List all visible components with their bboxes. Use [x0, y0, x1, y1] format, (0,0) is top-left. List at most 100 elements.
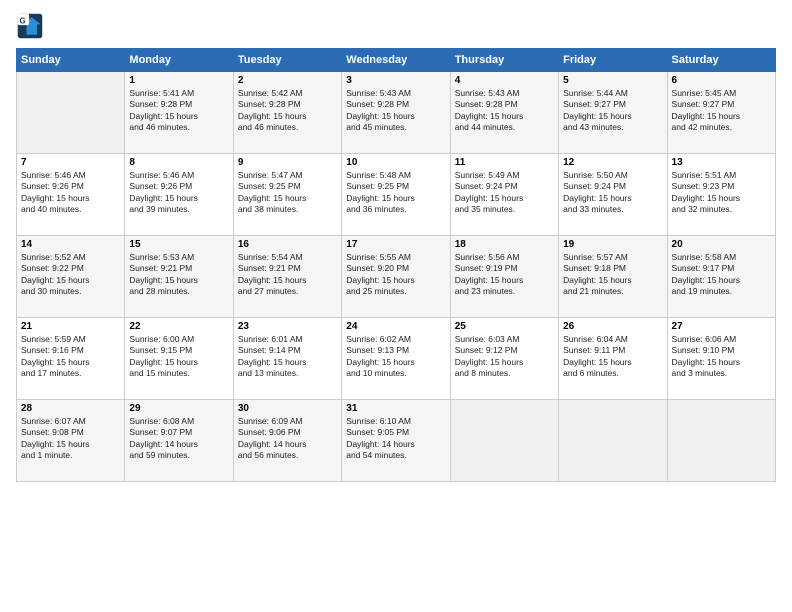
- day-number: 8: [129, 157, 228, 168]
- day-info: Sunrise: 5:57 AM Sunset: 9:18 PM Dayligh…: [563, 252, 662, 298]
- day-info: Sunrise: 5:49 AM Sunset: 9:24 PM Dayligh…: [455, 170, 554, 216]
- day-number: 21: [21, 321, 120, 332]
- day-number: 22: [129, 321, 228, 332]
- day-info: Sunrise: 5:43 AM Sunset: 9:28 PM Dayligh…: [346, 88, 445, 134]
- calendar-cell: 25Sunrise: 6:03 AM Sunset: 9:12 PM Dayli…: [450, 318, 558, 400]
- day-number: 2: [238, 75, 337, 86]
- calendar-cell: 15Sunrise: 5:53 AM Sunset: 9:21 PM Dayli…: [125, 236, 233, 318]
- calendar-cell: 21 Sunrise: 5:59 AM Sunset: 9:16 PM Dayli…: [17, 318, 125, 400]
- day-number: 23: [238, 321, 337, 332]
- calendar-cell: 11Sunrise: 5:49 AM Sunset: 9:24 PM Dayli…: [450, 154, 558, 236]
- day-number: 13: [672, 157, 771, 168]
- calendar-week-row: 21 Sunrise: 5:59 AM Sunset: 9:16 PM Dayli…: [17, 318, 776, 400]
- day-number: 19: [563, 239, 662, 250]
- day-info: Sunrise: 5:59 AM Sunset: 9:16 PM Dayligh…: [21, 334, 120, 380]
- calendar-week-row: 28 Sunrise: 6:07 AM Sunset: 9:08 PM Dayli…: [17, 400, 776, 482]
- day-info: Sunrise: 5:46 AM Sunset: 9:26 PM Dayligh…: [21, 170, 120, 216]
- day-info: Sunrise: 5:46 AM Sunset: 9:26 PM Dayligh…: [129, 170, 228, 216]
- day-number: 31: [346, 403, 445, 414]
- day-info: Sunrise: 5:48 AM Sunset: 9:25 PM Dayligh…: [346, 170, 445, 216]
- day-info: Sunrise: 6:08 AM Sunset: 9:07 PM Dayligh…: [129, 416, 228, 462]
- calendar-cell: 4Sunrise: 5:43 AM Sunset: 9:28 PM Daylig…: [450, 72, 558, 154]
- day-info: Sunrise: 6:09 AM Sunset: 9:06 PM Dayligh…: [238, 416, 337, 462]
- day-number: 15: [129, 239, 228, 250]
- day-info: Sunrise: 5:52 AM Sunset: 9:22 PM Dayligh…: [21, 252, 120, 298]
- day-number: 7: [21, 157, 120, 168]
- day-info: Sunrise: 5:58 AM Sunset: 9:17 PM Dayligh…: [672, 252, 771, 298]
- calendar-cell: 6Sunrise: 5:45 AM Sunset: 9:27 PM Daylig…: [667, 72, 775, 154]
- calendar-cell: 24 Sunrise: 6:02 AM Sunset: 9:13 PM Dayli…: [342, 318, 450, 400]
- calendar-cell: 7 Sunrise: 5:46 AM Sunset: 9:26 PM Daylig…: [17, 154, 125, 236]
- calendar-cell: 3 Sunrise: 5:43 AM Sunset: 9:28 PM Daylig…: [342, 72, 450, 154]
- day-info: Sunrise: 5:50 AM Sunset: 9:24 PM Dayligh…: [563, 170, 662, 216]
- calendar-cell: 9 Sunrise: 5:47 AM Sunset: 9:25 PM Daylig…: [233, 154, 341, 236]
- day-info: Sunrise: 5:55 AM Sunset: 9:20 PM Dayligh…: [346, 252, 445, 298]
- calendar-cell: 10 Sunrise: 5:48 AM Sunset: 9:25 PM Dayli…: [342, 154, 450, 236]
- calendar-week-row: 7 Sunrise: 5:46 AM Sunset: 9:26 PM Daylig…: [17, 154, 776, 236]
- calendar-cell: [17, 72, 125, 154]
- day-number: 9: [238, 157, 337, 168]
- day-number: 24: [346, 321, 445, 332]
- day-number: 16: [238, 239, 337, 250]
- calendar-cell: [667, 400, 775, 482]
- weekday-header-tuesday: Tuesday: [233, 49, 341, 72]
- day-info: Sunrise: 5:43 AM Sunset: 9:28 PM Dayligh…: [455, 88, 554, 134]
- calendar-cell: 16 Sunrise: 5:54 AM Sunset: 9:21 PM Dayli…: [233, 236, 341, 318]
- day-number: 14: [21, 239, 120, 250]
- day-number: 18: [455, 239, 554, 250]
- day-info: Sunrise: 6:07 AM Sunset: 9:08 PM Dayligh…: [21, 416, 120, 462]
- page-container: G SundayMondayTuesdayWednesdayThursdayFr…: [0, 0, 792, 490]
- calendar-cell: 30 Sunrise: 6:09 AM Sunset: 9:06 PM Dayli…: [233, 400, 341, 482]
- day-number: 26: [563, 321, 662, 332]
- calendar-cell: 22 Sunrise: 6:00 AM Sunset: 9:15 PM Dayli…: [125, 318, 233, 400]
- weekday-header-monday: Monday: [125, 49, 233, 72]
- day-info: Sunrise: 5:42 AM Sunset: 9:28 PM Dayligh…: [238, 88, 337, 134]
- calendar-cell: 14 Sunrise: 5:52 AM Sunset: 9:22 PM Dayli…: [17, 236, 125, 318]
- day-number: 3: [346, 75, 445, 86]
- day-number: 27: [672, 321, 771, 332]
- day-info: Sunrise: 5:41 AM Sunset: 9:28 PM Dayligh…: [129, 88, 228, 134]
- calendar-cell: 17 Sunrise: 5:55 AM Sunset: 9:20 PM Dayli…: [342, 236, 450, 318]
- calendar-cell: 29 Sunrise: 6:08 AM Sunset: 9:07 PM Dayli…: [125, 400, 233, 482]
- calendar-cell: 13Sunrise: 5:51 AM Sunset: 9:23 PM Dayli…: [667, 154, 775, 236]
- calendar-cell: 8 Sunrise: 5:46 AM Sunset: 9:26 PM Daylig…: [125, 154, 233, 236]
- day-info: Sunrise: 5:47 AM Sunset: 9:25 PM Dayligh…: [238, 170, 337, 216]
- calendar-cell: 28 Sunrise: 6:07 AM Sunset: 9:08 PM Dayli…: [17, 400, 125, 482]
- logo: G: [16, 12, 48, 40]
- day-info: Sunrise: 6:10 AM Sunset: 9:05 PM Dayligh…: [346, 416, 445, 462]
- day-info: Sunrise: 5:54 AM Sunset: 9:21 PM Dayligh…: [238, 252, 337, 298]
- weekday-header-thursday: Thursday: [450, 49, 558, 72]
- day-number: 12: [563, 157, 662, 168]
- calendar-cell: [450, 400, 558, 482]
- calendar-cell: [559, 400, 667, 482]
- day-number: 20: [672, 239, 771, 250]
- svg-text:G: G: [20, 16, 26, 25]
- day-info: Sunrise: 6:02 AM Sunset: 9:13 PM Dayligh…: [346, 334, 445, 380]
- day-number: 28: [21, 403, 120, 414]
- calendar-cell: 31 Sunrise: 6:10 AM Sunset: 9:05 PM Dayli…: [342, 400, 450, 482]
- weekday-header-saturday: Saturday: [667, 49, 775, 72]
- logo-icon: G: [16, 12, 44, 40]
- day-number: 30: [238, 403, 337, 414]
- day-info: Sunrise: 6:00 AM Sunset: 9:15 PM Dayligh…: [129, 334, 228, 380]
- calendar-cell: 1 Sunrise: 5:41 AM Sunset: 9:28 PM Daylig…: [125, 72, 233, 154]
- weekday-header-sunday: Sunday: [17, 49, 125, 72]
- day-info: Sunrise: 5:44 AM Sunset: 9:27 PM Dayligh…: [563, 88, 662, 134]
- calendar-cell: 18 Sunrise: 5:56 AM Sunset: 9:19 PM Dayli…: [450, 236, 558, 318]
- day-number: 10: [346, 157, 445, 168]
- calendar-cell: 27 Sunrise: 6:06 AM Sunset: 9:10 PM Dayli…: [667, 318, 775, 400]
- day-number: 1: [129, 75, 228, 86]
- calendar-table: SundayMondayTuesdayWednesdayThursdayFrid…: [16, 48, 776, 482]
- calendar-cell: 23Sunrise: 6:01 AM Sunset: 9:14 PM Dayli…: [233, 318, 341, 400]
- day-number: 25: [455, 321, 554, 332]
- day-info: Sunrise: 5:56 AM Sunset: 9:19 PM Dayligh…: [455, 252, 554, 298]
- day-number: 17: [346, 239, 445, 250]
- day-number: 29: [129, 403, 228, 414]
- calendar-week-row: 1 Sunrise: 5:41 AM Sunset: 9:28 PM Daylig…: [17, 72, 776, 154]
- calendar-week-row: 14 Sunrise: 5:52 AM Sunset: 9:22 PM Dayli…: [17, 236, 776, 318]
- calendar-cell: 12 Sunrise: 5:50 AM Sunset: 9:24 PM Dayli…: [559, 154, 667, 236]
- day-info: Sunrise: 6:06 AM Sunset: 9:10 PM Dayligh…: [672, 334, 771, 380]
- calendar-cell: 20 Sunrise: 5:58 AM Sunset: 9:17 PM Dayli…: [667, 236, 775, 318]
- calendar-cell: 5Sunrise: 5:44 AM Sunset: 9:27 PM Daylig…: [559, 72, 667, 154]
- calendar-header-row: SundayMondayTuesdayWednesdayThursdayFrid…: [17, 49, 776, 72]
